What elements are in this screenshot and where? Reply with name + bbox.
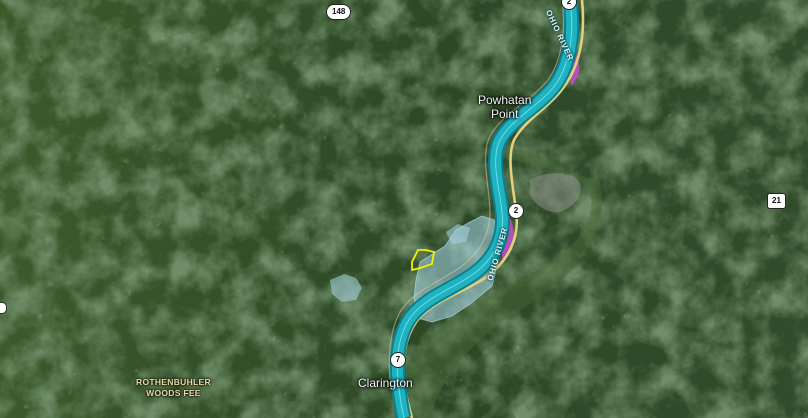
route-shield-2[interactable]: 2 <box>508 203 524 219</box>
town-label-clarington: Clarington <box>358 376 413 390</box>
town-label-powhatan-point: Powhatan Point <box>478 93 532 121</box>
route-shield-7[interactable]: 7 <box>390 352 406 368</box>
route-shield-148[interactable]: 148 <box>326 4 352 20</box>
feature-label-woods-fee: ROTHENBUHLER WOODS FEE <box>136 377 211 398</box>
map-canvas[interactable]: Powhatan Point Clarington ROTHENBUHLER W… <box>0 0 808 418</box>
route-shield-21[interactable]: 21 <box>767 193 786 209</box>
